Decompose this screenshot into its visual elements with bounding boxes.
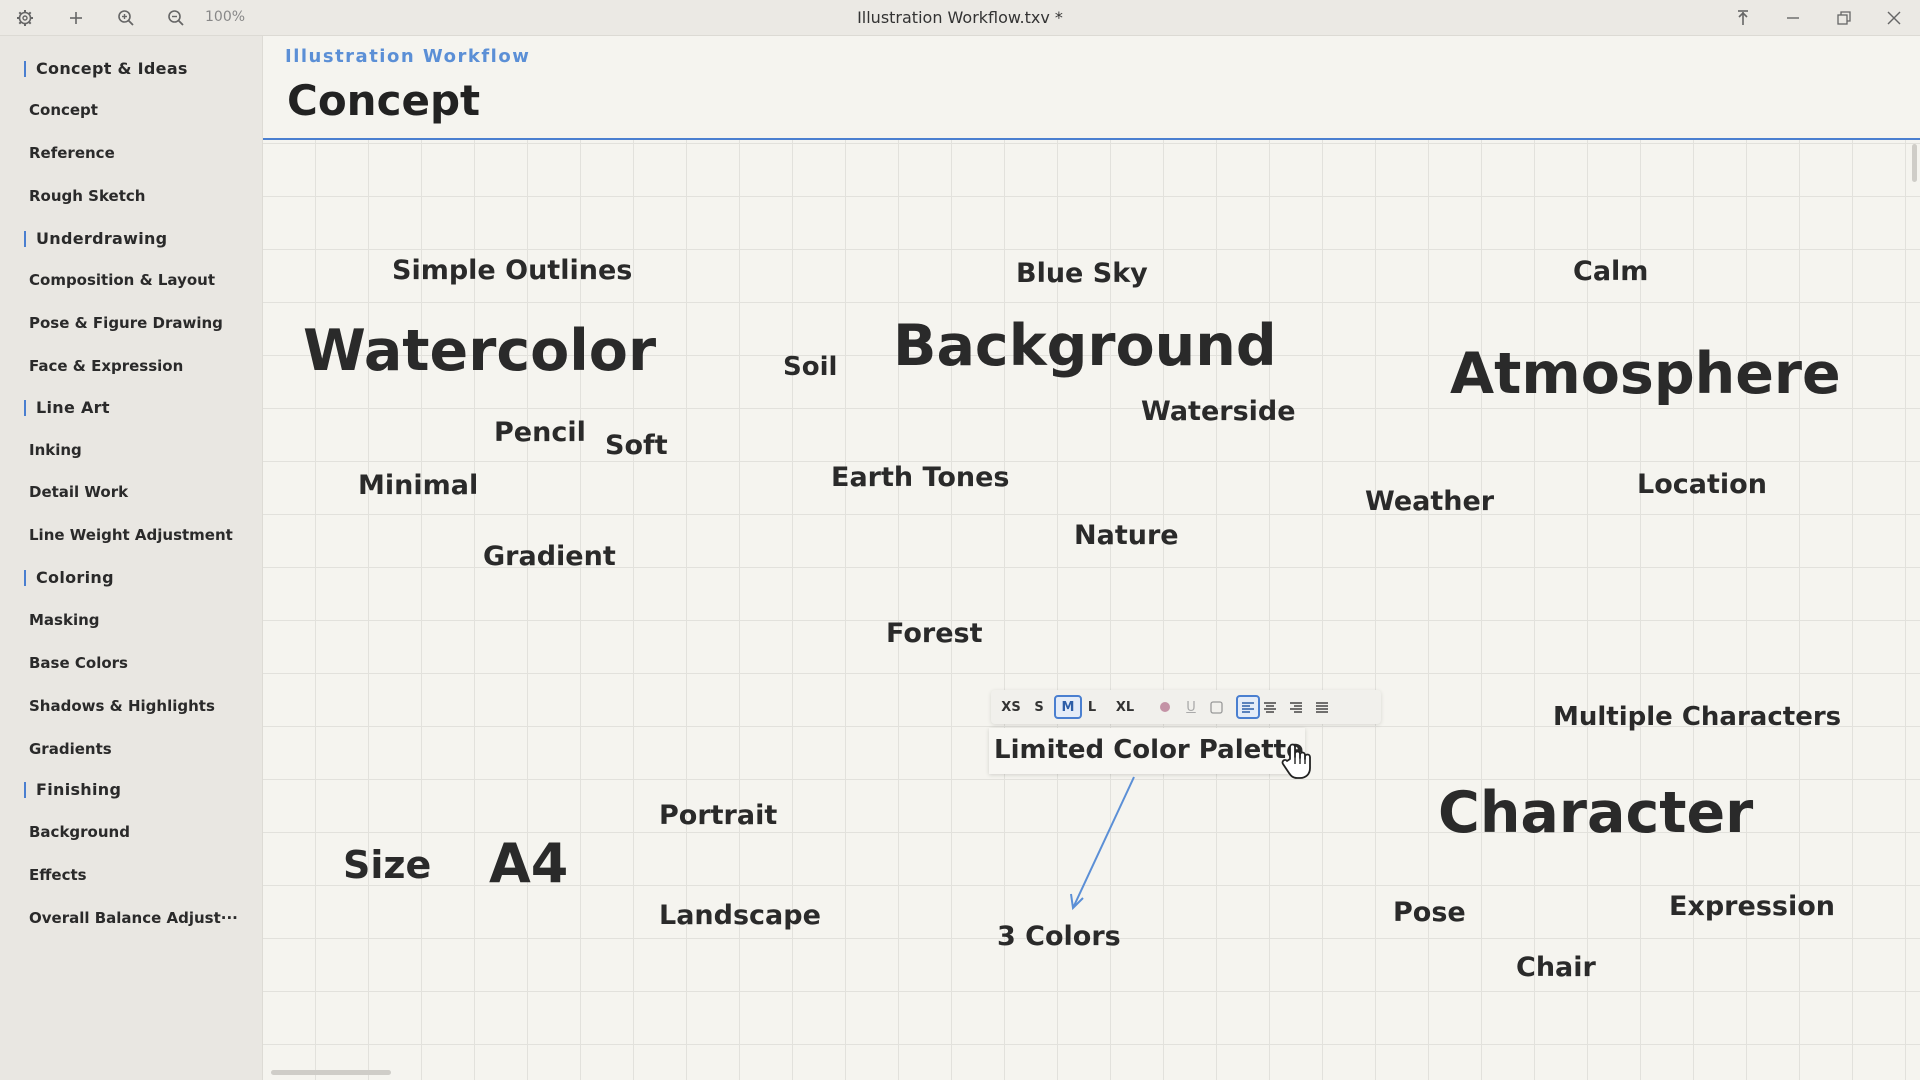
word-landscape[interactable]: Landscape xyxy=(659,902,821,929)
sidebar-item-shadows-highlights[interactable]: Shadows & Highlights xyxy=(29,697,215,715)
sidebar-item-effects[interactable]: Effects xyxy=(29,866,87,884)
gear-icon[interactable] xyxy=(13,6,37,30)
sidebar-item-rough-sketch[interactable]: Rough Sketch xyxy=(29,187,145,205)
sidebar-item-gradients[interactable]: Gradients xyxy=(29,740,112,758)
zoom-level[interactable]: 100% xyxy=(205,9,245,25)
sidebar: Concept & Ideas Concept Reference Rough … xyxy=(0,36,263,1080)
word-size[interactable]: Size xyxy=(343,846,431,884)
zoom-out-icon[interactable] xyxy=(164,6,188,30)
sidebar-item-detail-work[interactable]: Detail Work xyxy=(29,483,128,501)
title-bar: 100% Illustration Workflow.txv * xyxy=(0,0,1920,36)
sidebar-item-inking[interactable]: Inking xyxy=(29,441,82,459)
sidebar-item-background[interactable]: Background xyxy=(29,823,130,841)
sidebar-item-base-colors[interactable]: Base Colors xyxy=(29,654,128,672)
hand-cursor-icon xyxy=(1280,742,1314,784)
sidebar-item-concept[interactable]: Concept xyxy=(29,101,98,119)
word-pose[interactable]: Pose xyxy=(1393,899,1466,926)
word-expression[interactable]: Expression xyxy=(1669,893,1835,920)
zoom-in-icon[interactable] xyxy=(114,6,138,30)
sidebar-item-pose-figure-drawing[interactable]: Pose & Figure Drawing xyxy=(29,314,223,332)
word-a4[interactable]: A4 xyxy=(489,837,568,891)
sidebar-section-underdrawing[interactable]: Underdrawing xyxy=(24,231,167,247)
restore-icon[interactable] xyxy=(1832,6,1856,30)
sidebar-item-composition-layout[interactable]: Composition & Layout xyxy=(29,271,215,289)
document-title: Illustration Workflow xyxy=(285,46,531,67)
page-title[interactable]: Concept xyxy=(287,76,480,125)
sidebar-section-coloring[interactable]: Coloring xyxy=(24,570,114,586)
sidebar-item-line-weight-adjustment[interactable]: Line Weight Adjustment xyxy=(29,526,233,544)
sidebar-section-concept-ideas[interactable]: Concept & Ideas xyxy=(24,61,188,77)
pin-icon[interactable] xyxy=(1731,6,1755,30)
window-title: Illustration Workflow.txv * xyxy=(857,8,1063,27)
word-canvas[interactable]: Simple Outlines Blue Sky Calm Watercolor… xyxy=(263,140,1920,1080)
sidebar-item-masking[interactable]: Masking xyxy=(29,611,100,629)
sidebar-item-face-expression[interactable]: Face & Expression xyxy=(29,357,183,375)
plus-icon[interactable] xyxy=(64,6,88,30)
page-header: Illustration Workflow Concept xyxy=(263,36,1920,140)
word-chair[interactable]: Chair xyxy=(1516,954,1596,981)
close-icon[interactable] xyxy=(1882,6,1906,30)
sidebar-item-reference[interactable]: Reference xyxy=(29,144,115,162)
sidebar-item-overall-balance[interactable]: Overall Balance Adjust··· xyxy=(29,909,238,927)
word-character[interactable]: Character xyxy=(1438,785,1753,842)
word-portrait[interactable]: Portrait xyxy=(659,802,777,829)
sidebar-section-line-art[interactable]: Line Art xyxy=(24,400,110,416)
word-3-colors[interactable]: 3 Colors xyxy=(997,923,1121,950)
sidebar-section-finishing[interactable]: Finishing xyxy=(24,782,121,798)
minimize-icon[interactable] xyxy=(1781,6,1805,30)
